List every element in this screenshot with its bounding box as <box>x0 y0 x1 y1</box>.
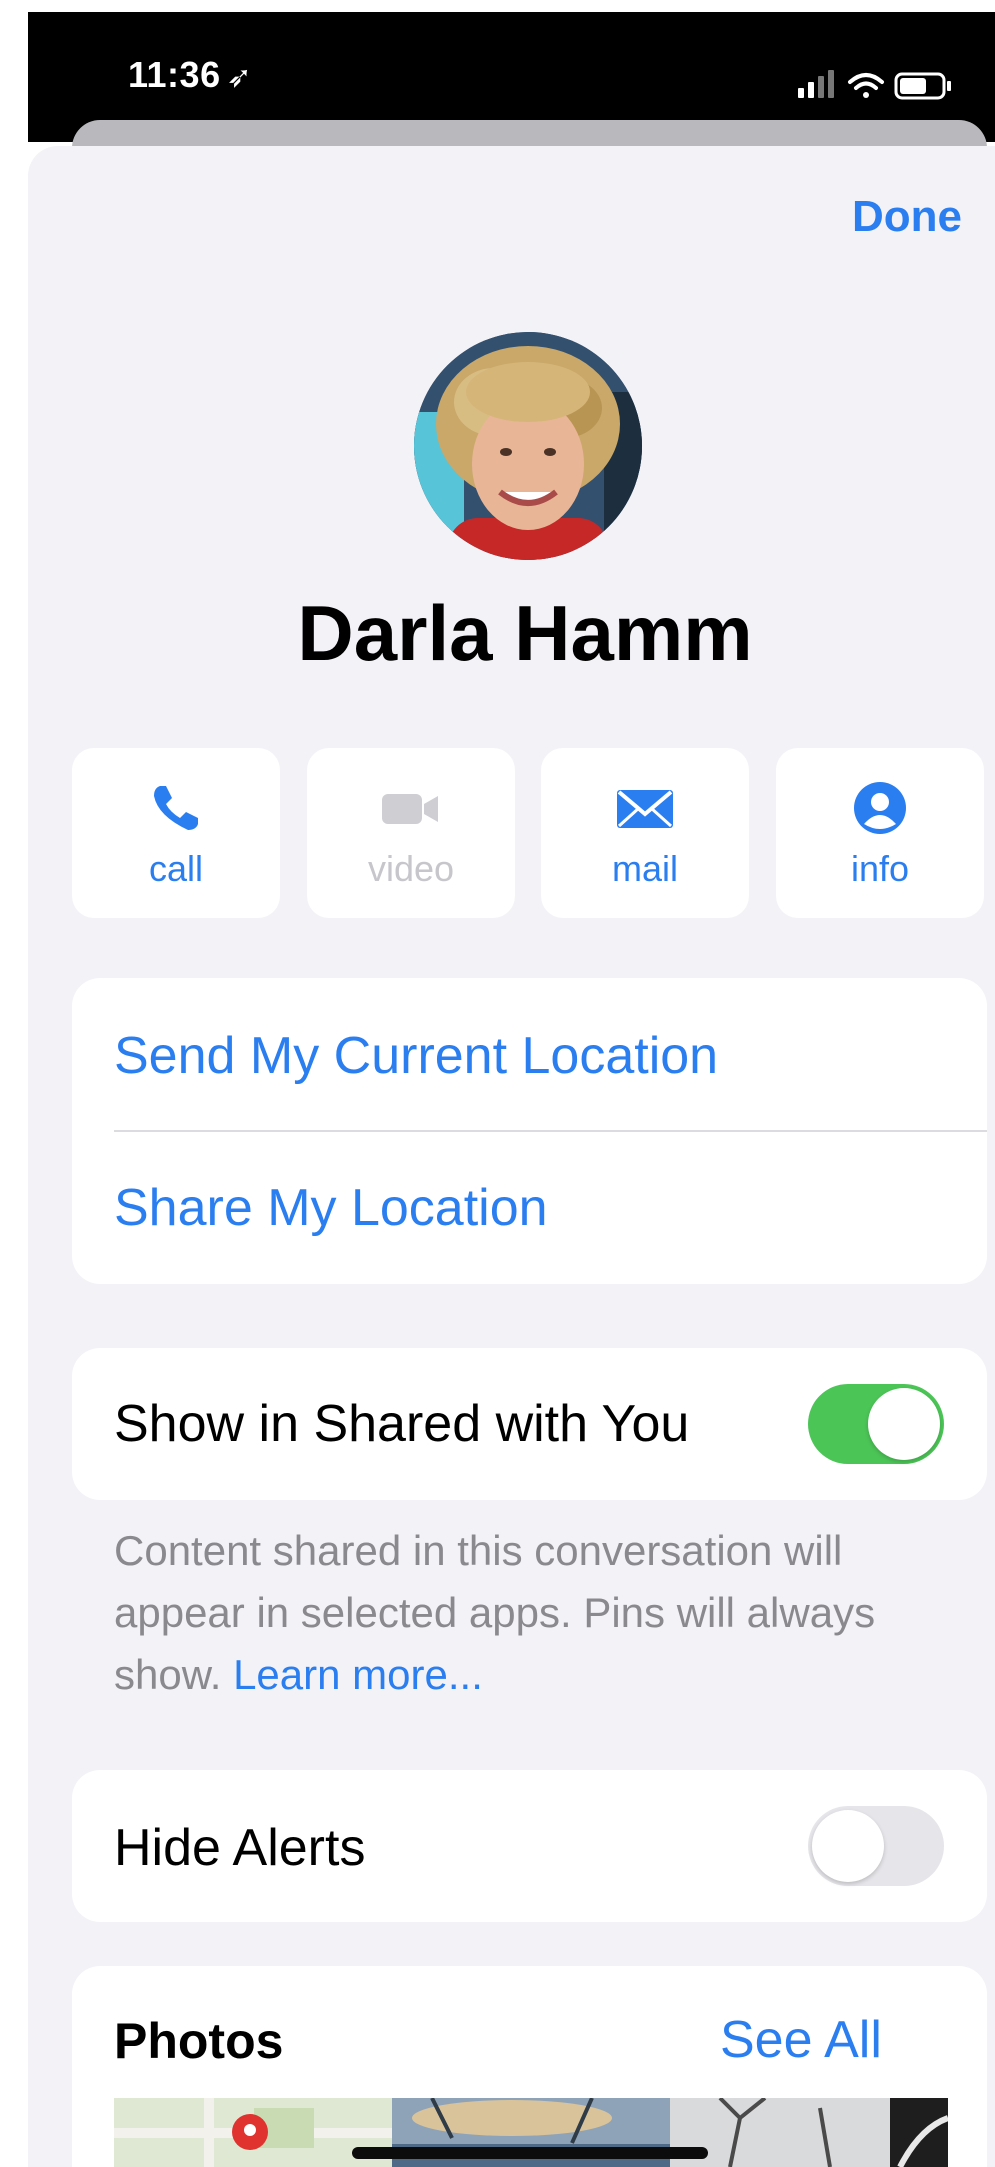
hide-alerts-toggle[interactable] <box>808 1806 944 1886</box>
info-button[interactable]: info <box>776 748 984 918</box>
phone-icon <box>72 778 280 838</box>
toggle-knob <box>812 1810 884 1882</box>
mail-button[interactable]: mail <box>541 748 749 918</box>
divider <box>114 1130 987 1132</box>
shared-with-you-card: Show in Shared with You <box>72 1348 987 1500</box>
video-button[interactable]: video <box>307 748 515 918</box>
call-label: call <box>148 848 204 889</box>
person-circle-icon <box>776 778 984 838</box>
mail-label: mail <box>611 848 678 889</box>
location-arrow-icon: ➶ <box>226 61 253 94</box>
time-label: 11:36 <box>128 54 221 95</box>
envelope-icon <box>541 778 749 838</box>
footnote-text: Content shared in this conversation will… <box>114 1527 876 1698</box>
wifi-icon <box>848 73 884 98</box>
avatar <box>414 332 642 560</box>
contact-name: Darla Hamm <box>297 589 753 677</box>
done-button[interactable]: Done <box>852 192 962 242</box>
status-time: 11:36 ➶ <box>128 54 252 96</box>
shared-with-you-toggle[interactable] <box>808 1384 944 1464</box>
status-icons <box>798 68 958 109</box>
cellular-signal-icon <box>798 70 834 98</box>
location-card: Send My Current Location Share My Locati… <box>72 978 987 1284</box>
video-label: video <box>367 848 455 889</box>
battery-icon <box>894 72 951 100</box>
photos-title: Photos <box>114 2013 284 2069</box>
video-camera-icon <box>307 778 515 838</box>
home-indicator[interactable] <box>352 2147 708 2159</box>
toggle-knob <box>868 1388 940 1460</box>
hide-alerts-label: Hide Alerts <box>114 1819 366 1877</box>
shared-with-you-footnote: Content shared in this conversation will… <box>114 1520 974 1706</box>
info-label: info <box>850 848 910 889</box>
shared-with-you-label: Show in Shared with You <box>114 1395 690 1453</box>
see-all-button[interactable]: See All <box>720 2010 882 2070</box>
share-location-button[interactable]: Share My Location <box>114 1178 548 1238</box>
send-current-location-button[interactable]: Send My Current Location <box>114 1026 718 1086</box>
photo-thumbnail-trees[interactable] <box>670 2098 948 2167</box>
hide-alerts-card: Hide Alerts <box>72 1770 987 1922</box>
learn-more-link[interactable]: Learn more... <box>233 1651 483 1698</box>
call-button[interactable]: call <box>72 748 280 918</box>
photo-thumbnail-map[interactable] <box>114 2098 392 2167</box>
